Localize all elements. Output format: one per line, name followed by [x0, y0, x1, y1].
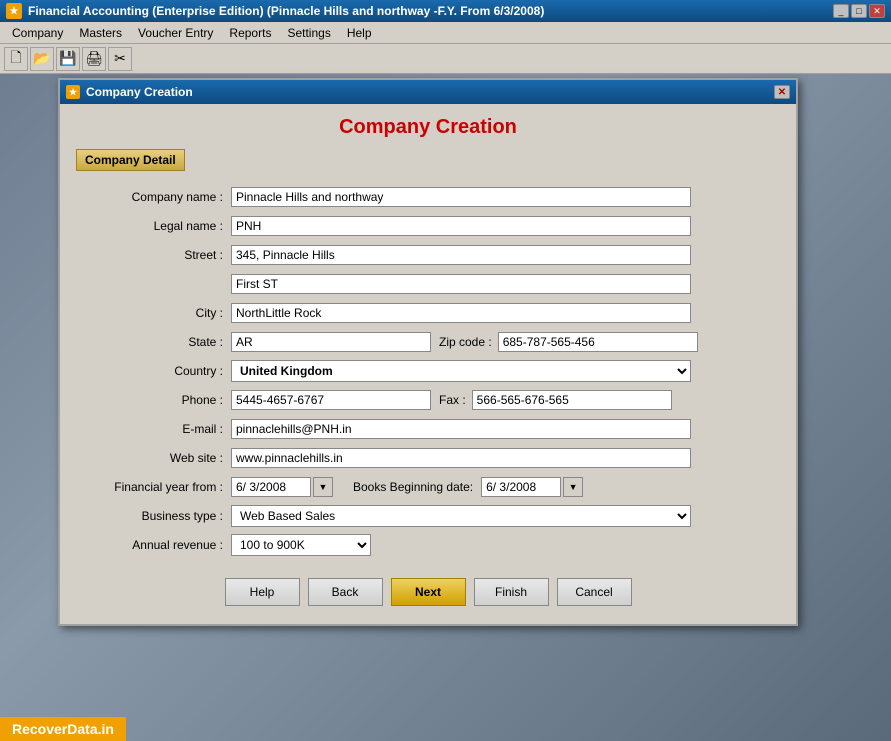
section-header: Company Detail	[76, 149, 185, 171]
watermark: RecoverData.in	[0, 717, 126, 741]
books-begin-label: Books Beginning date:	[353, 480, 473, 494]
fax-input[interactable]	[472, 390, 672, 410]
legal-name-label: Legal name :	[76, 219, 231, 233]
title-bar-left: ★ Financial Accounting (Enterprise Editi…	[6, 3, 544, 19]
street-label: Street :	[76, 248, 231, 262]
fin-year-label: Financial year from :	[76, 480, 231, 494]
help-button[interactable]: Help	[225, 578, 300, 606]
city-row: City :	[76, 301, 780, 325]
country-label: Country :	[76, 364, 231, 378]
website-label: Web site :	[76, 451, 231, 465]
form-body: Company name : Legal name : Street : Cit…	[76, 181, 780, 566]
back-button[interactable]: Back	[308, 578, 383, 606]
next-button[interactable]: Next	[391, 578, 466, 606]
dialog-content: Company Creation Company Detail Company …	[60, 104, 796, 624]
menu-company[interactable]: Company	[4, 24, 71, 42]
app-icon: ★	[6, 3, 22, 19]
minimize-button[interactable]: _	[833, 4, 849, 18]
fin-year-input[interactable]	[231, 477, 311, 497]
email-label: E-mail :	[76, 422, 231, 436]
toolbar: 🗋 📂 💾 🖨 ✂	[0, 44, 891, 74]
books-begin-calendar-button[interactable]: ▼	[563, 477, 583, 497]
maximize-button[interactable]: □	[851, 4, 867, 18]
menu-bar: Company Masters Voucher Entry Reports Se…	[0, 22, 891, 44]
cancel-button[interactable]: Cancel	[557, 578, 632, 606]
dialog-close-button[interactable]: ✕	[774, 85, 790, 99]
title-bar: ★ Financial Accounting (Enterprise Editi…	[0, 0, 891, 22]
city-input[interactable]	[231, 303, 691, 323]
watermark-text: RecoverData.in	[12, 721, 114, 737]
street-input2[interactable]	[231, 274, 691, 294]
street-row2	[76, 272, 780, 296]
close-window-button[interactable]: ✕	[869, 4, 885, 18]
state-zip-row: State : Zip code :	[76, 330, 780, 354]
city-label: City :	[76, 306, 231, 320]
email-row: E-mail :	[76, 417, 780, 441]
fin-year-date-field: ▼	[231, 477, 333, 497]
state-input[interactable]	[231, 332, 431, 352]
company-creation-dialog: ★ Company Creation ✕ Company Creation Co…	[58, 78, 798, 626]
phone-fax-row: Phone : Fax :	[76, 388, 780, 412]
toolbar-open-btn[interactable]: 📂	[30, 47, 54, 71]
zip-input[interactable]	[498, 332, 698, 352]
toolbar-cut-btn[interactable]: ✂	[108, 47, 132, 71]
company-name-row: Company name :	[76, 185, 780, 209]
email-input[interactable]	[231, 419, 691, 439]
toolbar-print-btn[interactable]: 🖨	[82, 47, 106, 71]
fax-label: Fax :	[439, 393, 466, 407]
business-type-label: Business type :	[76, 509, 231, 523]
menu-help[interactable]: Help	[339, 24, 380, 42]
company-name-input[interactable]	[231, 187, 691, 207]
fin-year-calendar-button[interactable]: ▼	[313, 477, 333, 497]
dialog-title-text: Company Creation	[86, 85, 193, 99]
menu-voucher-entry[interactable]: Voucher Entry	[130, 24, 221, 42]
books-begin-date-field: ▼	[481, 477, 583, 497]
street-row1: Street :	[76, 243, 780, 267]
dialog-title-bar: ★ Company Creation ✕	[60, 80, 796, 104]
dialog-title-left: ★ Company Creation	[66, 85, 193, 99]
toolbar-save-btn[interactable]: 💾	[56, 47, 80, 71]
company-name-label: Company name :	[76, 190, 231, 204]
country-row: Country : United Kingdom United States I…	[76, 359, 780, 383]
books-begin-input[interactable]	[481, 477, 561, 497]
form-title: Company Creation	[76, 116, 780, 139]
legal-name-row: Legal name :	[76, 214, 780, 238]
button-row: Help Back Next Finish Cancel	[76, 566, 780, 612]
legal-name-input[interactable]	[231, 216, 691, 236]
annual-revenue-label: Annual revenue :	[76, 538, 231, 552]
state-label: State :	[76, 335, 231, 349]
website-input[interactable]	[231, 448, 691, 468]
business-type-row: Business type : Web Based Sales Retail M…	[76, 504, 780, 528]
phone-label: Phone :	[76, 393, 231, 407]
zip-code-label: Zip code :	[439, 335, 492, 349]
finish-button[interactable]: Finish	[474, 578, 549, 606]
annual-revenue-select[interactable]: 100 to 900K 900K to 5M 5M to 50M 50M+	[231, 534, 371, 556]
fin-year-row: Financial year from : ▼ Books Beginning …	[76, 475, 780, 499]
menu-reports[interactable]: Reports	[221, 24, 279, 42]
country-select[interactable]: United Kingdom United States India Austr…	[231, 360, 691, 382]
business-type-select[interactable]: Web Based Sales Retail Manufacturing Ser…	[231, 505, 691, 527]
title-bar-controls: _ □ ✕	[833, 4, 885, 18]
website-row: Web site :	[76, 446, 780, 470]
menu-masters[interactable]: Masters	[71, 24, 130, 42]
toolbar-new-btn[interactable]: 🗋	[4, 47, 28, 71]
title-bar-text: Financial Accounting (Enterprise Edition…	[28, 4, 544, 18]
street-input1[interactable]	[231, 245, 691, 265]
menu-settings[interactable]: Settings	[279, 24, 338, 42]
dialog-icon: ★	[66, 85, 80, 99]
phone-input[interactable]	[231, 390, 431, 410]
annual-revenue-row: Annual revenue : 100 to 900K 900K to 5M …	[76, 533, 780, 557]
